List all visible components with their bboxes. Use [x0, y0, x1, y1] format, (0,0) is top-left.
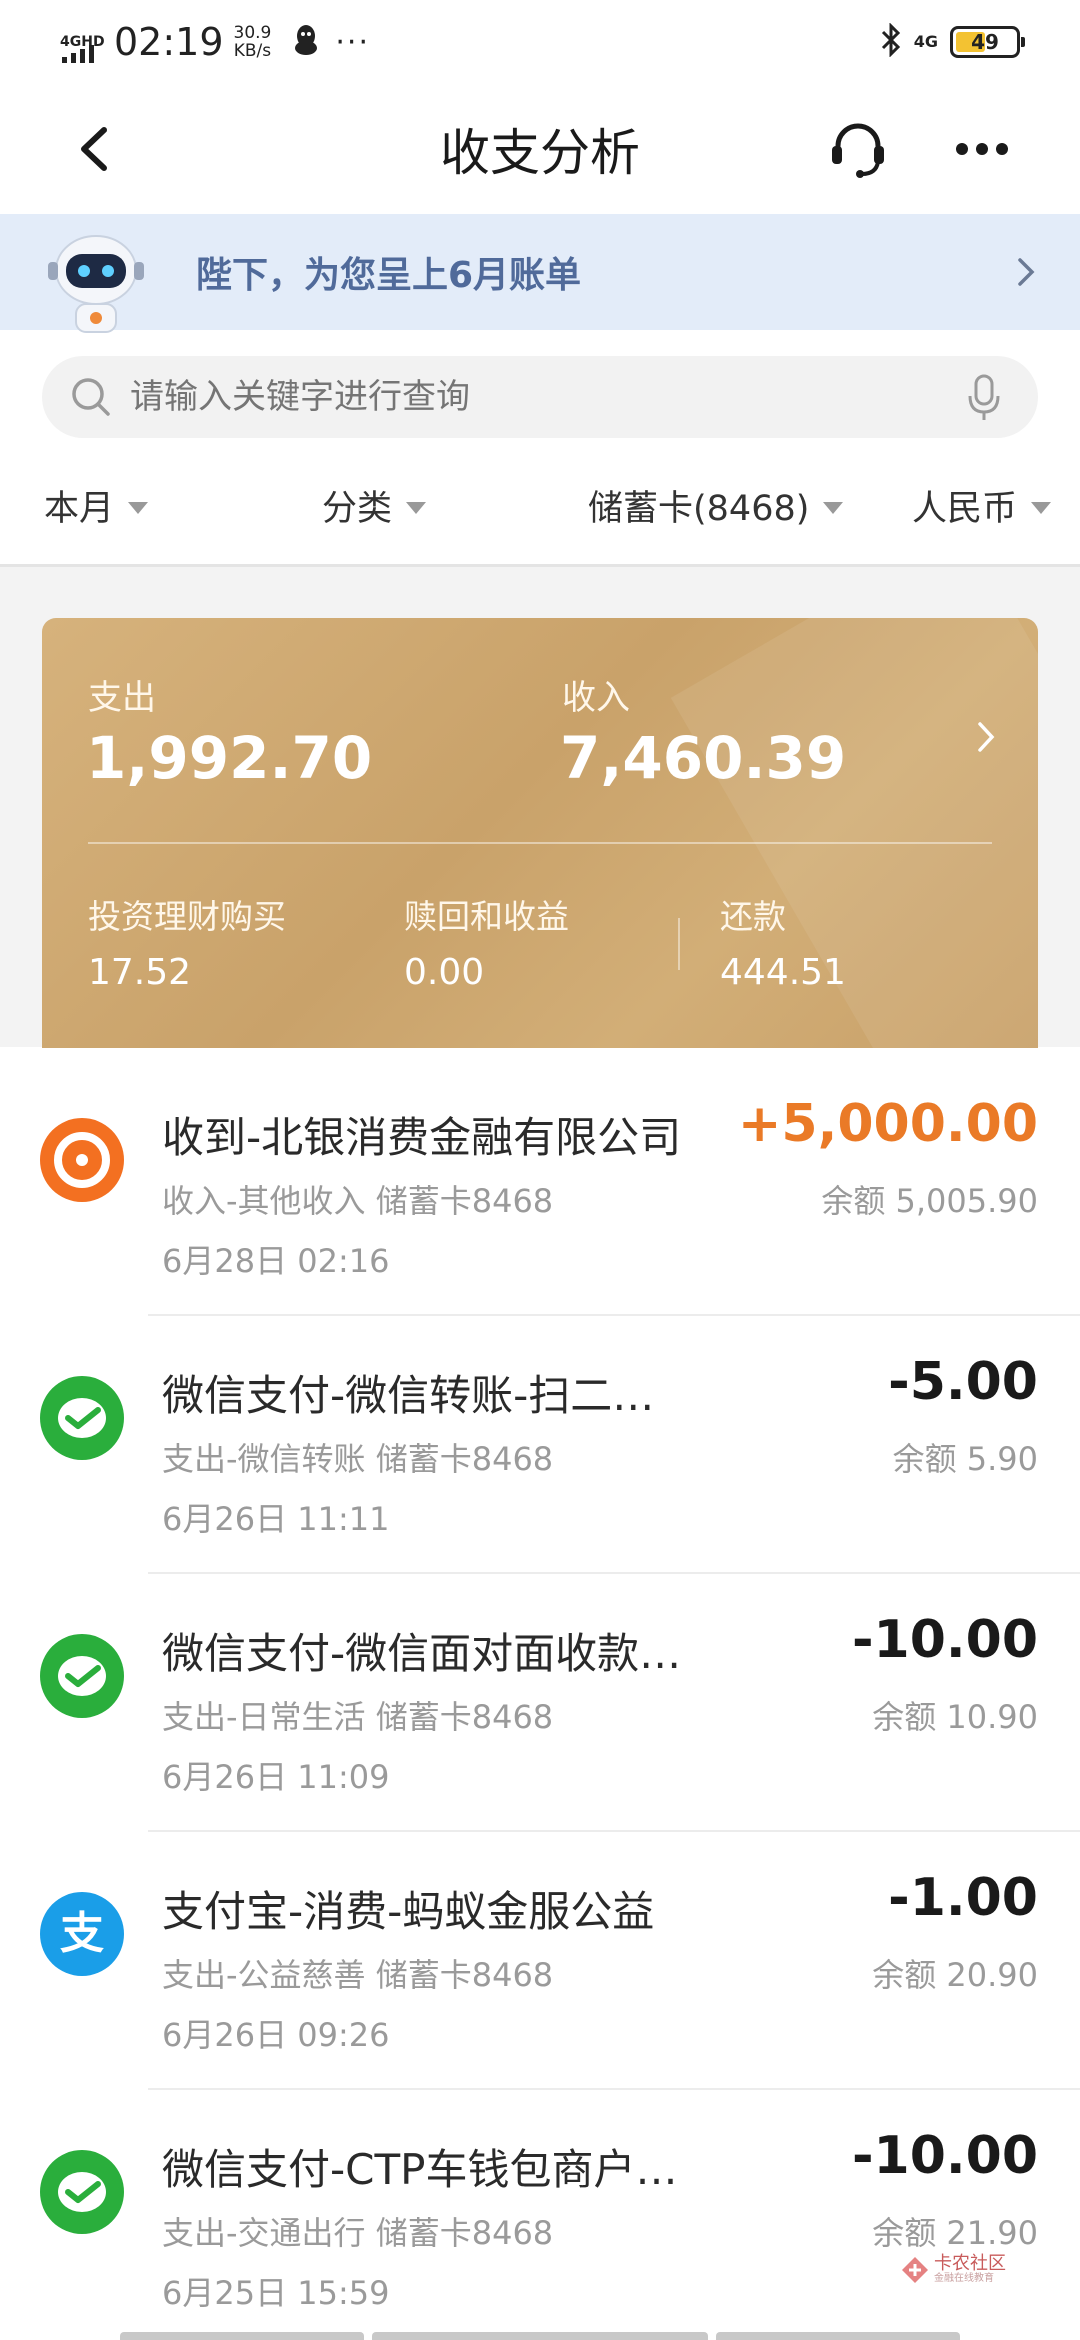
search-bar[interactable] [42, 356, 1038, 438]
transaction-amount: -1.00 [888, 1868, 1038, 1928]
transaction-category: 支出-交通出行 储蓄卡8468 [162, 2214, 554, 2252]
transaction-date: 6月26日 11:09 [162, 1758, 390, 1796]
page-title: 收支分析 [440, 124, 640, 182]
clock: 02:19 [114, 20, 224, 64]
invest-value: 17.52 [88, 952, 192, 993]
network-speed: 30.9 KB/s [234, 24, 272, 60]
dot [956, 143, 968, 155]
bluetooth-icon [880, 22, 902, 61]
dot [996, 143, 1008, 155]
transaction-amount: -10.00 [851, 2126, 1038, 2186]
mobile-data-indicator: 4G [913, 32, 938, 51]
chevron-right-icon [1010, 254, 1040, 290]
qq-penguin-icon [293, 24, 319, 60]
transaction-title: 支付宝-消费-蚂蚁金服公益 [162, 1887, 655, 1936]
wechat-pay-icon [40, 1634, 124, 1718]
watermark-logo-icon [902, 2257, 928, 2283]
expense-total: 1,992.70 [86, 724, 373, 792]
watermark: 卡农社区 金融在线教育 [900, 2250, 1030, 2290]
caret-down-icon [406, 501, 427, 514]
speed-unit: KB/s [233, 41, 272, 61]
currency-filter[interactable]: 人民币 [912, 480, 1052, 531]
speed-value: 30.9 [233, 23, 272, 43]
bank-transfer-icon [40, 1118, 124, 1202]
currency-filter-label: 人民币 [912, 489, 1018, 529]
search-icon [70, 376, 112, 418]
watermark-text: 卡农社区 [934, 2253, 1006, 2274]
transaction-row[interactable]: 收到-北银消费金融有限公司 收入-其他收入 储蓄卡8468 6月28日 02:1… [0, 1044, 1080, 1302]
redeem-value: 0.00 [404, 952, 485, 993]
transaction-amount: +5,000.00 [737, 1094, 1038, 1154]
status-bar: 4GHD 02:19 30.9 KB/s ··· 4G 49 [0, 0, 1080, 84]
chevron-right-icon[interactable] [974, 718, 998, 756]
transaction-category: 支出-公益慈善 储蓄卡8468 [162, 1956, 554, 1994]
monthly-bill-banner[interactable]: 陛下，为您呈上6月账单 [0, 214, 1080, 333]
income-label: 收入 [562, 678, 630, 718]
transaction-category: 支出-微信转账 储蓄卡8468 [162, 1440, 554, 1478]
transaction-row[interactable]: 支 支付宝-消费-蚂蚁金服公益 支出-公益慈善 储蓄卡8468 6月26日 09… [0, 1818, 1080, 2076]
caret-down-icon [823, 501, 844, 514]
search-input[interactable] [130, 356, 950, 438]
transaction-category: 支出-日常生活 储蓄卡8468 [162, 1698, 554, 1736]
transaction-row[interactable]: 微信支付-微信转账-扫二… 支出-微信转账 储蓄卡8468 6月26日 11:1… [0, 1302, 1080, 1560]
wechat-pay-icon [40, 1376, 124, 1460]
transaction-balance: 余额 5,005.90 [821, 1182, 1038, 1220]
category-filter[interactable]: 分类 [322, 480, 427, 531]
caret-down-icon [1031, 501, 1052, 514]
microphone-icon[interactable] [966, 374, 1002, 422]
transaction-date: 6月26日 09:26 [162, 2016, 390, 2054]
wechat-pay-icon [40, 2150, 124, 2234]
income-total: 7,460.39 [560, 724, 847, 792]
robot-mascot-icon [46, 228, 146, 338]
transaction-category: 收入-其他收入 储蓄卡8468 [162, 1182, 554, 1220]
signal-icon [62, 43, 94, 63]
banner-text: 陛下，为您呈上6月账单 [196, 255, 582, 296]
category-filter-label: 分类 [322, 489, 393, 529]
transaction-row[interactable]: 微信支付-微信面对面收款… 支出-日常生活 储蓄卡8468 6月26日 11:0… [0, 1560, 1080, 1818]
transaction-date: 6月26日 11:11 [162, 1500, 390, 1538]
watermark-subtext: 金融在线教育 [934, 2273, 994, 2284]
transaction-title: 微信支付-微信转账-扫二… [162, 1371, 655, 1420]
period-filter-label: 本月 [44, 489, 115, 529]
summary-card[interactable]: 支出 1,992.70 收入 7,460.39 投资理财购买 17.52 赎回和… [42, 618, 1038, 1048]
divider [678, 918, 680, 970]
more-notifications-icon: ··· [335, 24, 370, 60]
divider [88, 842, 992, 844]
caret-down-icon [128, 501, 149, 514]
svg-text:支: 支 [60, 1908, 104, 1959]
transaction-date: 6月25日 15:59 [162, 2274, 390, 2312]
transaction-title: 微信支付-CTP车钱包商户… [162, 2145, 678, 2194]
transaction-balance: 余额 5.90 [892, 1440, 1038, 1478]
nav-bar: 收支分析 [0, 84, 1080, 214]
transaction-title: 收到-北银消费金融有限公司 [162, 1113, 682, 1162]
transaction-amount: -5.00 [888, 1352, 1038, 1412]
transaction-balance: 余额 21.90 [872, 2214, 1038, 2252]
dot [976, 143, 988, 155]
battery-icon: 49 [950, 26, 1025, 58]
redeem-label: 赎回和收益 [404, 897, 569, 936]
filter-bar: 本月 分类 储蓄卡(8468) 人民币 [0, 460, 1080, 540]
transaction-balance: 余额 10.90 [872, 1698, 1038, 1736]
battery-level: 49 [971, 30, 999, 54]
headset-icon [832, 123, 884, 178]
period-filter[interactable]: 本月 [44, 480, 149, 531]
invest-label: 投资理财购买 [88, 897, 286, 936]
bottom-tab-hint [0, 2330, 1080, 2340]
repay-label: 还款 [720, 897, 786, 936]
repay-value: 444.51 [720, 952, 846, 993]
transaction-title: 微信支付-微信面对面收款… [162, 1629, 682, 1678]
transaction-row[interactable]: 微信支付-CTP车钱包商户… 支出-交通出行 储蓄卡8468 6月25日 15:… [0, 2076, 1080, 2334]
transaction-balance: 余额 20.90 [872, 1956, 1038, 1994]
alipay-icon: 支 [40, 1892, 124, 1976]
account-filter-label: 储蓄卡(8468) [588, 489, 810, 529]
expense-label: 支出 [88, 678, 156, 718]
transaction-amount: -10.00 [851, 1610, 1038, 1670]
transaction-date: 6月28日 02:16 [162, 1242, 390, 1280]
customer-service-button[interactable] [826, 118, 890, 182]
more-options-button[interactable] [952, 134, 1012, 164]
account-filter[interactable]: 储蓄卡(8468) [588, 480, 844, 531]
